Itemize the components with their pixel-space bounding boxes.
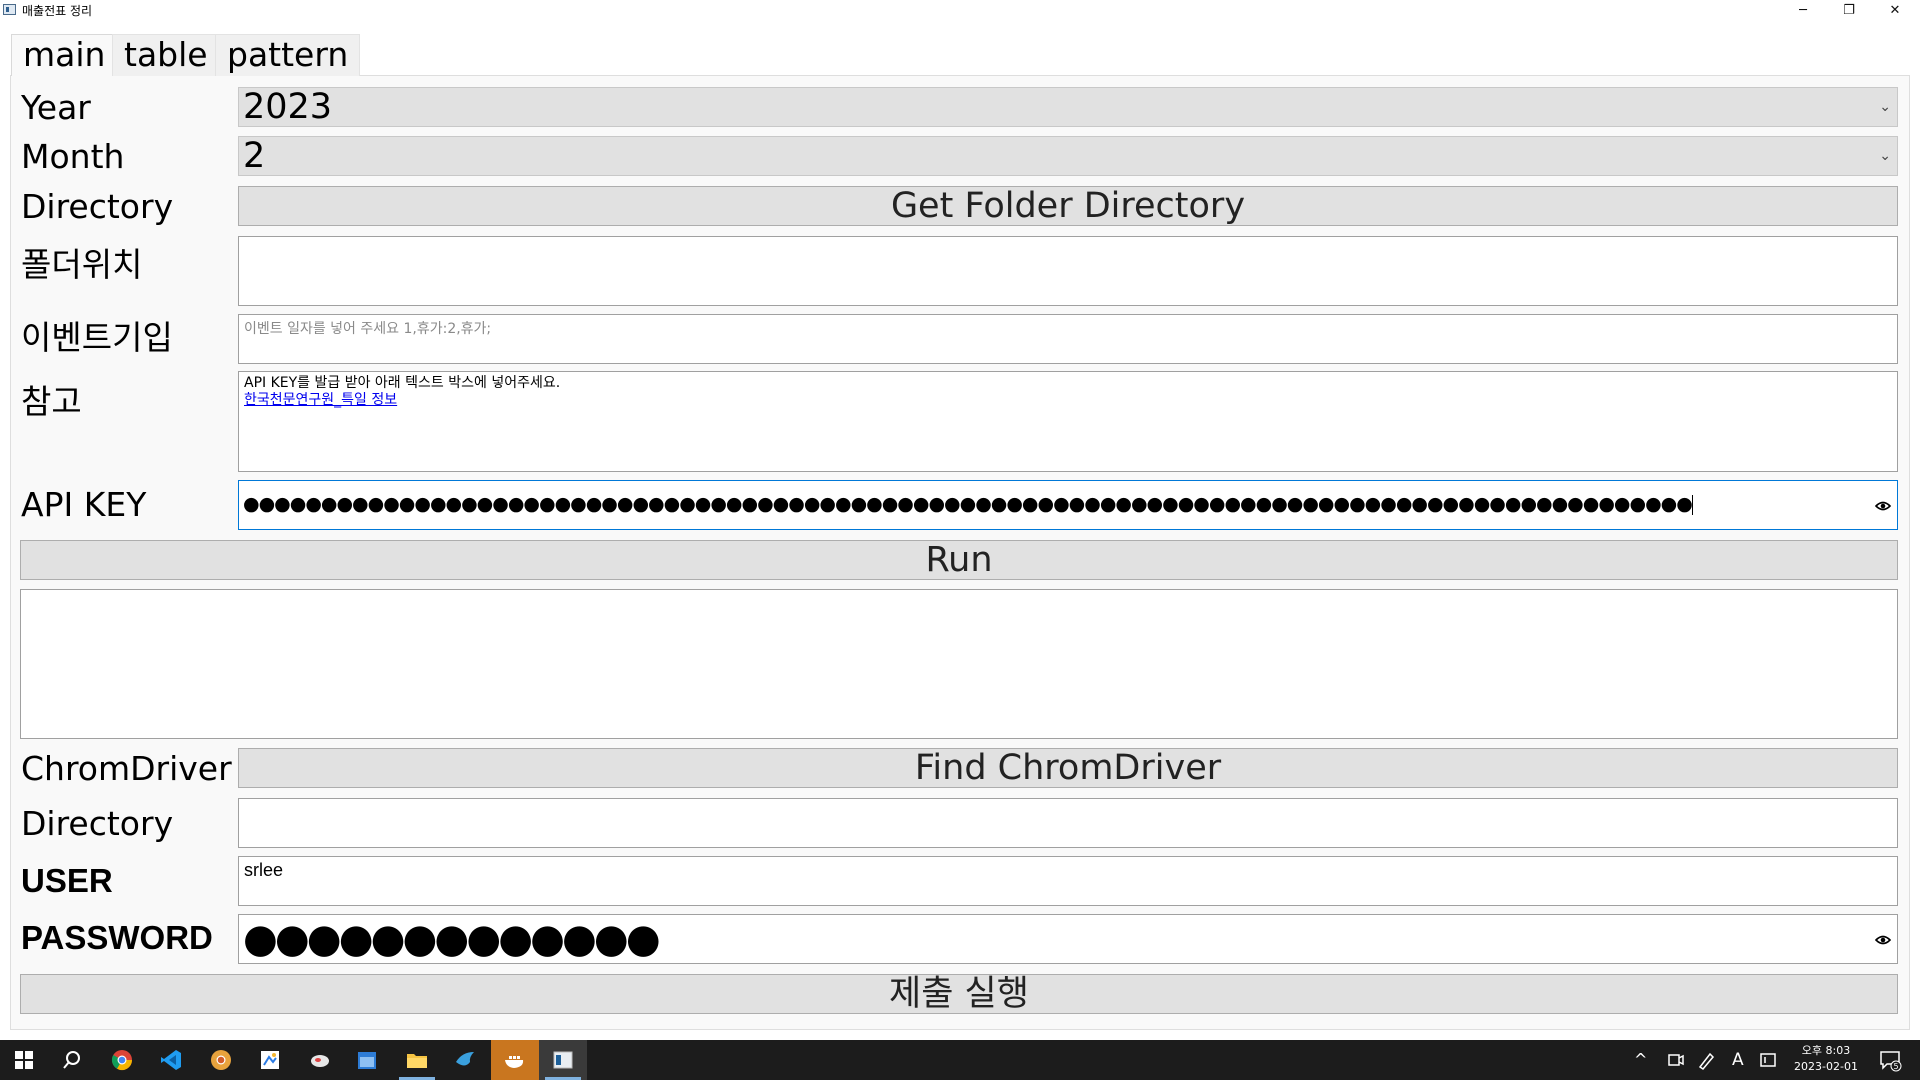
- clock-time: 오후 8:03: [1801, 1044, 1851, 1057]
- note-text: API KEY를 발급 받아 아래 텍스트 박스에 넣어주세요.: [244, 375, 561, 391]
- month-value: 2: [243, 136, 266, 176]
- find-chromedriver-button[interactable]: Find ChromDriver: [238, 748, 1898, 788]
- folder-location-label: 폴더위치: [21, 245, 143, 284]
- reveal-password-eye-icon[interactable]: [1875, 501, 1891, 511]
- user-label: USER: [21, 862, 113, 899]
- paint-icon[interactable]: [258, 1048, 282, 1072]
- api-key-field[interactable]: ●●●●●●●●●●●●●●●●●●●●●●●●●●●●●●●●●●●●●●●●…: [238, 480, 1898, 530]
- month-label: Month: [21, 137, 125, 176]
- app-window-icon: [3, 4, 16, 15]
- windows-start-icon[interactable]: [12, 1048, 36, 1072]
- bird-app-icon[interactable]: [453, 1048, 477, 1072]
- window-title: 매출전표 정리: [22, 4, 93, 18]
- vscode-icon[interactable]: [159, 1048, 183, 1072]
- title-bar: 매출전표 정리 ─ ❐ ✕: [0, 0, 1920, 22]
- note-label: 참고: [21, 382, 82, 421]
- minimize-button[interactable]: ─: [1780, 0, 1826, 22]
- python-app-icon[interactable]: [551, 1048, 575, 1072]
- user-field[interactable]: srlee: [238, 856, 1898, 906]
- taskbar: [0, 1040, 1920, 1080]
- notification-count: 5: [1893, 1062, 1898, 1071]
- password-masked-value: ●●●●●●●●●●●●●: [243, 916, 661, 962]
- output-log-area[interactable]: [20, 589, 1898, 739]
- tab-pattern[interactable]: pattern: [215, 34, 361, 76]
- chrome-canary-icon[interactable]: [209, 1048, 233, 1072]
- ime-language-indicator[interactable]: A: [1732, 1048, 1744, 1072]
- api-key-masked-value: ●●●●●●●●●●●●●●●●●●●●●●●●●●●●●●●●●●●●●●●●…: [243, 493, 1693, 515]
- password-label: PASSWORD: [21, 919, 213, 956]
- calendar-icon[interactable]: [355, 1048, 379, 1072]
- reveal-password-eye-icon[interactable]: [1875, 935, 1891, 945]
- clock-date: 2023-02-01: [1794, 1060, 1858, 1073]
- file-explorer-icon[interactable]: [405, 1048, 429, 1072]
- event-input-label: 이벤트기입: [21, 318, 173, 357]
- api-key-label: API KEY: [21, 485, 147, 524]
- directory-label: Directory: [21, 187, 174, 226]
- docker-icon[interactable]: [503, 1048, 527, 1072]
- chromedriver-directory-label: Directory: [21, 804, 174, 843]
- taskbar-clock[interactable]: 오후 8:03 2023-02-01: [1786, 1043, 1866, 1075]
- get-folder-directory-button[interactable]: Get Folder Directory: [238, 186, 1898, 226]
- year-label: Year: [21, 88, 91, 127]
- chevron-down-icon: ⌄: [1879, 99, 1891, 115]
- tab-main[interactable]: main: [11, 34, 118, 76]
- note-box: API KEY를 발급 받아 아래 텍스트 박스에 넣어주세요. 한국천문연구원…: [238, 371, 1898, 472]
- chrome-icon[interactable]: [110, 1048, 134, 1072]
- submit-run-button[interactable]: 제출 실행: [20, 974, 1898, 1014]
- tab-table[interactable]: table: [112, 34, 220, 76]
- chromedriver-directory-field[interactable]: [238, 798, 1898, 848]
- run-button[interactable]: Run: [20, 540, 1898, 580]
- pen-workspace-icon[interactable]: [1695, 1048, 1719, 1072]
- event-input-field[interactable]: 이벤트 일자를 넣어 주세요 1,휴가:2,휴가;: [238, 314, 1898, 364]
- text-caret: [1691, 494, 1693, 515]
- month-select[interactable]: 2 ⌄: [238, 136, 1898, 176]
- password-field[interactable]: ●●●●●●●●●●●●●: [238, 914, 1898, 964]
- year-select[interactable]: 2023 ⌄: [238, 87, 1898, 127]
- meet-now-icon[interactable]: [1663, 1048, 1687, 1072]
- ime-mode-icon[interactable]: [1756, 1048, 1780, 1072]
- chevron-down-icon: ⌄: [1879, 148, 1891, 164]
- folder-location-field[interactable]: [238, 236, 1898, 306]
- user-value: srlee: [244, 860, 284, 880]
- kasi-holiday-link[interactable]: 한국천문연구원_특일 정보: [244, 392, 560, 409]
- event-input-placeholder: 이벤트 일자를 넣어 주세요 1,휴가:2,휴가;: [244, 321, 492, 337]
- chromedriver-label: ChromDriver: [21, 749, 232, 788]
- restore-button[interactable]: ❐: [1826, 0, 1872, 22]
- search-icon[interactable]: [60, 1048, 84, 1072]
- close-button[interactable]: ✕: [1872, 0, 1918, 22]
- cloud-app-icon[interactable]: [308, 1048, 332, 1072]
- chevron-up-icon[interactable]: ^: [1634, 1048, 1647, 1072]
- notification-center-icon[interactable]: 5: [1878, 1048, 1902, 1072]
- year-value: 2023: [243, 87, 333, 127]
